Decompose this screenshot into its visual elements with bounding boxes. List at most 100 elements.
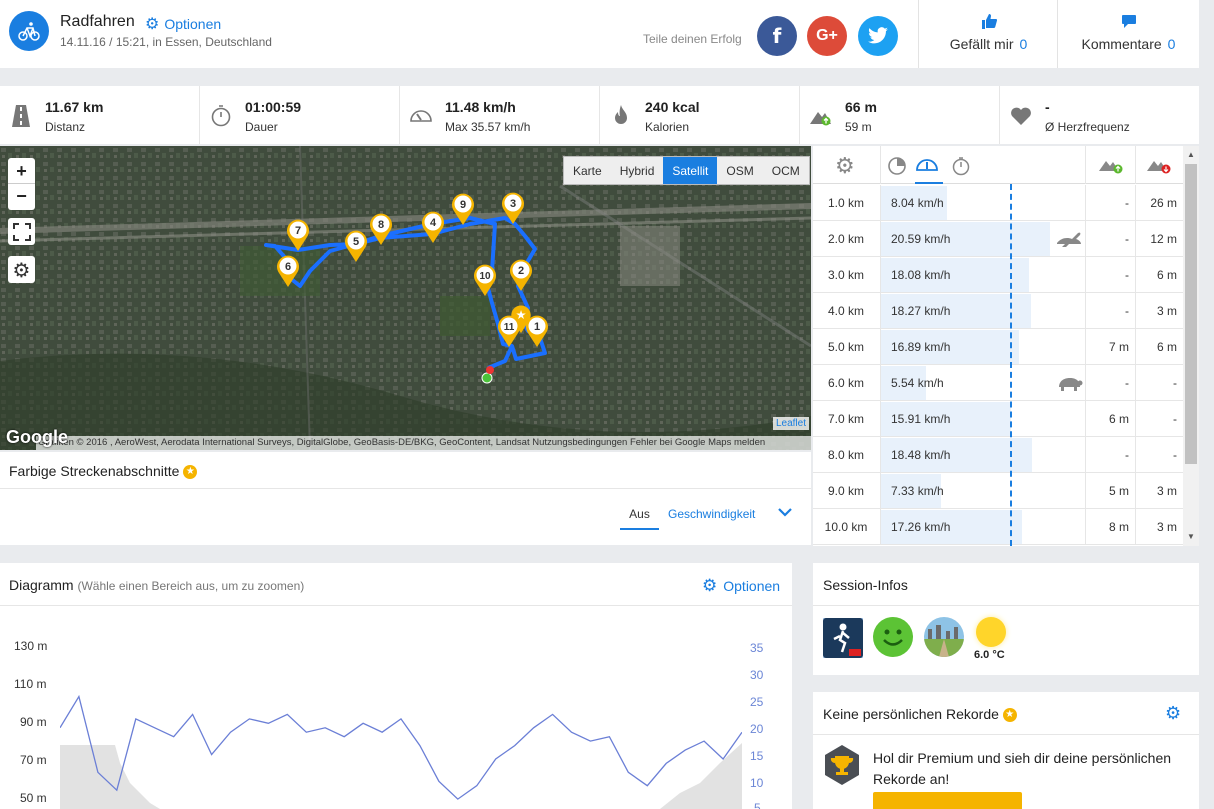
zoom-in-button[interactable]: + [8, 158, 35, 184]
twitter-share-button[interactable] [858, 16, 898, 56]
flame-icon [615, 105, 627, 124]
route-marker[interactable]: 2 [509, 258, 533, 297]
split-speed-cell: 5.54 km/h [880, 365, 1084, 401]
elevation-area [60, 745, 160, 809]
zoom-out-button[interactable]: − [8, 184, 35, 210]
twitter-icon [868, 27, 888, 44]
splits-table: ⚙ 1.0 km 8.04 km/h -26 m 2.0 km 20.59 km/h -1… [813, 146, 1199, 546]
stopwatch-icon[interactable] [951, 156, 971, 176]
marker-label: 7 [295, 225, 301, 237]
gear-icon[interactable]: ⚙ [835, 154, 855, 179]
route-marker[interactable]: 9 [451, 192, 475, 231]
elevation-down-icon[interactable] [1146, 156, 1172, 174]
route-marker[interactable]: 6 [276, 254, 300, 293]
scrollbar[interactable]: ▲ ▼ [1183, 146, 1199, 546]
split-elevation-down: 6 m [1135, 257, 1183, 293]
route-marker[interactable]: 10 [473, 263, 497, 302]
stat-duration: 01:00:59 Dauer [200, 86, 400, 144]
stat-distance: 11.67 km Distanz [0, 86, 200, 144]
split-elevation-up: 5 m [1085, 473, 1135, 509]
stat-label: 59 m [845, 120, 872, 134]
get-premium-button[interactable] [873, 792, 1022, 809]
route-marker[interactable]: 4 [421, 210, 445, 249]
split-speed: 15.91 km/h [891, 412, 951, 426]
google-share-button[interactable]: G+ [807, 16, 847, 56]
gear-icon: ⚙ [702, 576, 718, 596]
heart-icon [1011, 107, 1031, 125]
segments-tab-off[interactable]: Aus [620, 507, 659, 530]
like-button[interactable]: Gefällt mir 0 [919, 14, 1058, 52]
marker-label: 3 [510, 198, 516, 210]
route-marker[interactable]: 5 [344, 229, 368, 268]
share-text: Teile deinen Erfolg [643, 32, 742, 46]
split-elevation-down: 6 m [1135, 329, 1183, 365]
y-tick-left: 70 m [20, 753, 47, 767]
split-distance: 6.0 km [827, 376, 864, 390]
split-elevation-up: - [1085, 293, 1135, 329]
like-label: Gefällt mir [949, 36, 1014, 52]
map-attribution[interactable]: Grafiken © 2016 , AeroWest, Aerodata Int… [36, 436, 811, 450]
route-map[interactable]: 7 6 5 8 4 9 3 2 10 ★ 1 11 + − ⚙ Karte Hy… [0, 146, 811, 450]
split-row: 8.0 km 18.48 km/h - - [813, 437, 1183, 473]
stat-label: Max 35.57 km/h [445, 120, 531, 134]
stat-label: Kalorien [645, 120, 690, 134]
premium-star-icon: ★ [183, 465, 198, 480]
route-marker[interactable]: 1 [525, 314, 549, 353]
fullscreen-button[interactable] [8, 218, 35, 245]
speed-tab[interactable] [915, 154, 943, 184]
map-settings-button[interactable]: ⚙ [8, 256, 35, 283]
mixed-surface-icon [924, 617, 964, 657]
scroll-thumb[interactable] [1185, 164, 1197, 464]
split-speed: 7.33 km/h [891, 484, 944, 498]
comment-button[interactable]: Kommentare 0 [1058, 14, 1199, 52]
split-elevation-down: - [1135, 437, 1183, 473]
y-tick-right: 35 [750, 641, 764, 655]
split-elevation-down: - [1135, 365, 1183, 401]
layer-ocm[interactable]: OCM [763, 157, 809, 184]
split-speed-cell: 16.89 km/h [880, 329, 1084, 365]
route-marker[interactable]: 7 [286, 218, 310, 257]
route-marker[interactable]: 3 [501, 191, 525, 230]
layer-osm[interactable]: OSM [717, 157, 762, 184]
split-speed-cell: 7.33 km/h [880, 473, 1084, 509]
segments-tab-speed[interactable]: Geschwindigkeit [668, 507, 755, 521]
pace-icon[interactable] [887, 156, 907, 176]
split-elevation-down: 26 m [1135, 185, 1183, 221]
diagram-hint: (Wähle einen Bereich aus, um zu zoomen) [77, 579, 305, 593]
speedometer-icon [916, 159, 938, 171]
layer-karte[interactable]: Karte [564, 157, 611, 184]
options-link[interactable]: ⚙ Optionen [145, 14, 221, 34]
diagram-chart[interactable] [60, 643, 742, 809]
leaflet-link[interactable]: Leaflet [772, 417, 809, 430]
stat-label: Distanz [45, 120, 86, 134]
comment-label: Kommentare [1081, 36, 1162, 52]
layer-satellit[interactable]: Satellit [663, 157, 718, 184]
divider [0, 488, 811, 489]
route-marker[interactable]: 11 [497, 314, 521, 353]
gear-icon[interactable]: ⚙ [1165, 703, 1181, 724]
stat-value: - [1045, 99, 1050, 115]
route-marker[interactable]: 8 [369, 212, 393, 251]
marker-label: 2 [518, 265, 524, 277]
road-icon [12, 105, 30, 127]
split-speed: 20.59 km/h [891, 232, 951, 246]
scroll-up-icon[interactable]: ▲ [1187, 150, 1195, 159]
y-tick-left: 110 m [14, 677, 47, 691]
chevron-down-icon[interactable] [777, 505, 793, 523]
split-distance: 9.0 km [827, 484, 864, 498]
y-tick-left: 130 m [14, 639, 48, 653]
stat-value: 240 kcal [645, 99, 700, 115]
facebook-share-button[interactable]: f [757, 16, 797, 56]
stat-value: 01:00:59 [245, 99, 302, 115]
elevation-up-icon[interactable] [1098, 156, 1124, 174]
options-label: Optionen [164, 16, 222, 32]
speed-series-line [60, 694, 742, 800]
diagram-options-button[interactable]: ⚙ Optionen [702, 576, 780, 596]
layer-hybrid[interactable]: Hybrid [611, 157, 664, 184]
split-elevation-up: - [1085, 365, 1135, 401]
split-speed-cell: 18.08 km/h [880, 257, 1084, 293]
average-speed-line [1010, 184, 1012, 546]
split-elevation-up: 8 m [1085, 509, 1135, 545]
y-tick-left: 50 m [20, 791, 47, 805]
scroll-down-icon[interactable]: ▼ [1187, 532, 1195, 541]
